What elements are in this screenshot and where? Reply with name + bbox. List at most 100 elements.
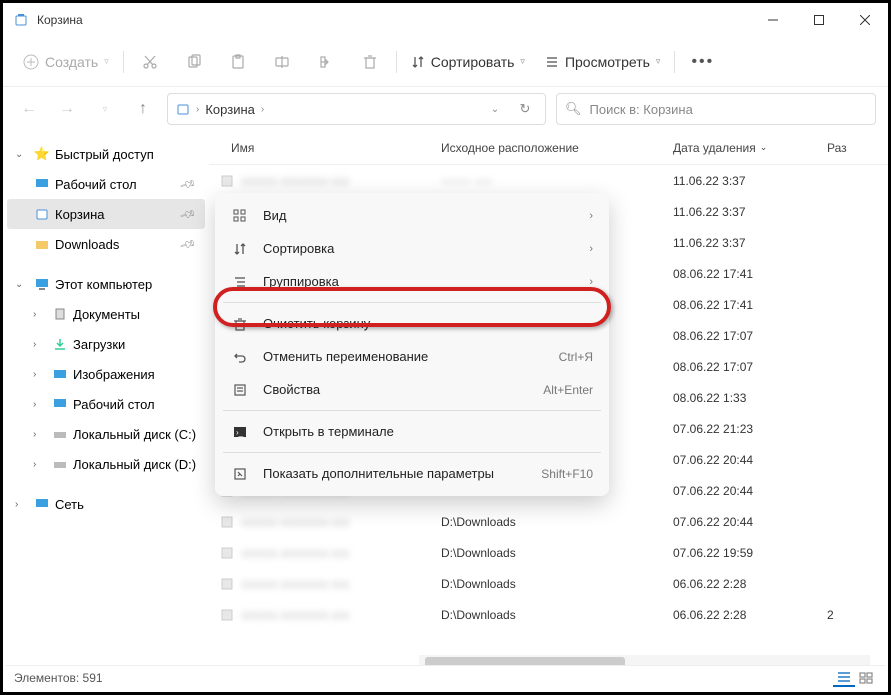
details-view-icon[interactable]: [833, 669, 855, 687]
view-icon: [231, 209, 249, 223]
search-icon: 🔍︎: [565, 101, 582, 117]
desktop-icon: [51, 397, 69, 411]
ctx-empty-recycle[interactable]: Очистить корзину: [215, 307, 609, 340]
sidebar-quickaccess[interactable]: ⌄⭐Быстрый доступ: [7, 139, 205, 169]
sidebar-network[interactable]: ›Сеть: [7, 489, 205, 519]
ctx-show-more[interactable]: Показать дополнительные параметрыShift+F…: [215, 457, 609, 490]
ctx-undo[interactable]: Отменить переименованиеCtrl+Я: [215, 340, 609, 373]
thumbnails-view-icon[interactable]: [855, 669, 877, 687]
table-row[interactable]: xxxxxx xxxxxxxx xxxxxxxx xxx11.06.22 3:3…: [209, 165, 888, 196]
address-bar[interactable]: › Корзина › ⌄ ↻: [167, 93, 546, 125]
minimize-button[interactable]: [750, 4, 796, 36]
table-row[interactable]: xxxxxx xxxxxxxx xxxD:\Downloads06.06.22 …: [209, 599, 888, 630]
group-icon: [231, 275, 249, 289]
disk-icon: [51, 457, 69, 471]
recycle-bin-icon: [176, 102, 190, 116]
refresh-icon[interactable]: ↻: [513, 101, 537, 117]
svg-text:›_: ›_: [236, 428, 244, 437]
col-loc[interactable]: Исходное расположение: [441, 141, 673, 155]
more-button[interactable]: •••: [683, 53, 722, 71]
file-icon: [219, 545, 235, 561]
sort-button[interactable]: Сортировать ▿: [405, 50, 531, 74]
network-icon: [33, 497, 51, 511]
toolbar: Создать ▿ Сортировать ▿ Просмотреть ▿ ••…: [3, 37, 888, 87]
file-icon: [219, 514, 235, 530]
forward-button[interactable]: →: [53, 95, 81, 123]
table-row[interactable]: xxxxxx xxxxxxxx xxxD:\Downloads07.06.22 …: [209, 506, 888, 537]
sidebar-recycle[interactable]: Корзина📌︎: [7, 199, 205, 229]
trash-icon: [231, 317, 249, 331]
folder-icon: [33, 237, 51, 251]
pin-icon: 📌︎: [179, 235, 198, 253]
recent-button[interactable]: ▿: [91, 95, 119, 123]
share-icon[interactable]: [308, 44, 344, 80]
sort-label: Сортировать: [431, 54, 515, 70]
desktop-icon: [33, 177, 51, 191]
rename-icon[interactable]: [264, 44, 300, 80]
chevron-right-icon: ›: [589, 243, 593, 255]
table-row[interactable]: xxxxxx xxxxxxxx xxxD:\Downloads06.06.22 …: [209, 568, 888, 599]
sidebar-disk-c[interactable]: ›Локальный диск (C:): [7, 419, 205, 449]
documents-icon: [51, 307, 69, 321]
sidebar-desktop[interactable]: Рабочий стол📌︎: [7, 169, 205, 199]
status-bar: Элементов: 591: [6, 665, 885, 689]
search-placeholder: Поиск в: Корзина: [590, 102, 693, 117]
context-menu: Вид› Сортировка› Группировка› Очистить к…: [215, 193, 609, 496]
ctx-view[interactable]: Вид›: [215, 199, 609, 232]
file-icon: [219, 576, 235, 592]
delete-icon[interactable]: [352, 44, 388, 80]
images-icon: [51, 367, 69, 381]
up-button[interactable]: ↑: [129, 95, 157, 123]
pc-icon: [33, 277, 51, 291]
chevron-right-icon: ›: [589, 276, 593, 288]
col-size[interactable]: Раз: [817, 141, 888, 155]
breadcrumb-item[interactable]: Корзина: [205, 102, 255, 117]
ctx-terminal[interactable]: ›_Открыть в терминале: [215, 415, 609, 448]
view-label: Просмотреть: [565, 54, 650, 70]
sidebar-disk-d[interactable]: ›Локальный диск (D:): [7, 449, 205, 479]
ctx-group[interactable]: Группировка›: [215, 265, 609, 298]
maximize-button[interactable]: [796, 4, 842, 36]
undo-icon: [231, 350, 249, 364]
sidebar-images[interactable]: ›Изображения: [7, 359, 205, 389]
sidebar-downloads-ru[interactable]: ›Загрузки: [7, 329, 205, 359]
address-row: ← → ▿ ↑ › Корзина › ⌄ ↻ 🔍︎ Поиск в: Корз…: [3, 87, 888, 131]
col-date[interactable]: Дата удаления⌄: [673, 141, 817, 155]
pin-icon: 📌︎: [179, 175, 198, 193]
back-button[interactable]: ←: [15, 95, 43, 123]
cut-icon[interactable]: [132, 44, 168, 80]
sidebar: ⌄⭐Быстрый доступ Рабочий стол📌︎ Корзина📌…: [3, 131, 209, 671]
sidebar-thispc[interactable]: ⌄Этот компьютер: [7, 269, 205, 299]
new-button[interactable]: Создать ▿: [17, 50, 115, 74]
ctx-sort[interactable]: Сортировка›: [215, 232, 609, 265]
download-icon: [51, 337, 69, 351]
properties-icon: [231, 383, 249, 397]
col-name[interactable]: Имя: [209, 141, 441, 155]
titlebar: Корзина: [3, 3, 888, 37]
recycle-bin-icon: [13, 12, 29, 28]
table-row[interactable]: xxxxxx xxxxxxxx xxxD:\Downloads07.06.22 …: [209, 537, 888, 568]
more-options-icon: [231, 467, 249, 481]
terminal-icon: ›_: [231, 425, 249, 439]
file-icon: [219, 173, 235, 189]
dropdown-icon[interactable]: ⌄: [483, 104, 507, 115]
sidebar-desktop2[interactable]: ›Рабочий стол: [7, 389, 205, 419]
item-count: Элементов: 591: [14, 671, 103, 685]
disk-icon: [51, 427, 69, 441]
pin-icon: 📌︎: [179, 205, 198, 223]
new-label: Создать: [45, 54, 98, 70]
sidebar-documents[interactable]: ›Документы: [7, 299, 205, 329]
star-icon: ⭐: [33, 146, 51, 162]
recycle-bin-icon: [33, 207, 51, 221]
chevron-right-icon: ›: [589, 210, 593, 222]
column-headers: Имя Исходное расположение Дата удаления⌄…: [209, 131, 888, 165]
search-input[interactable]: 🔍︎ Поиск в: Корзина: [556, 93, 876, 125]
sort-icon: [231, 242, 249, 256]
paste-icon[interactable]: [220, 44, 256, 80]
ctx-properties[interactable]: СвойстваAlt+Enter: [215, 373, 609, 406]
copy-icon[interactable]: [176, 44, 212, 80]
window-title: Корзина: [37, 13, 83, 27]
sidebar-downloads[interactable]: Downloads📌︎: [7, 229, 205, 259]
view-button[interactable]: Просмотреть ▿: [539, 50, 667, 74]
close-button[interactable]: [842, 4, 888, 36]
